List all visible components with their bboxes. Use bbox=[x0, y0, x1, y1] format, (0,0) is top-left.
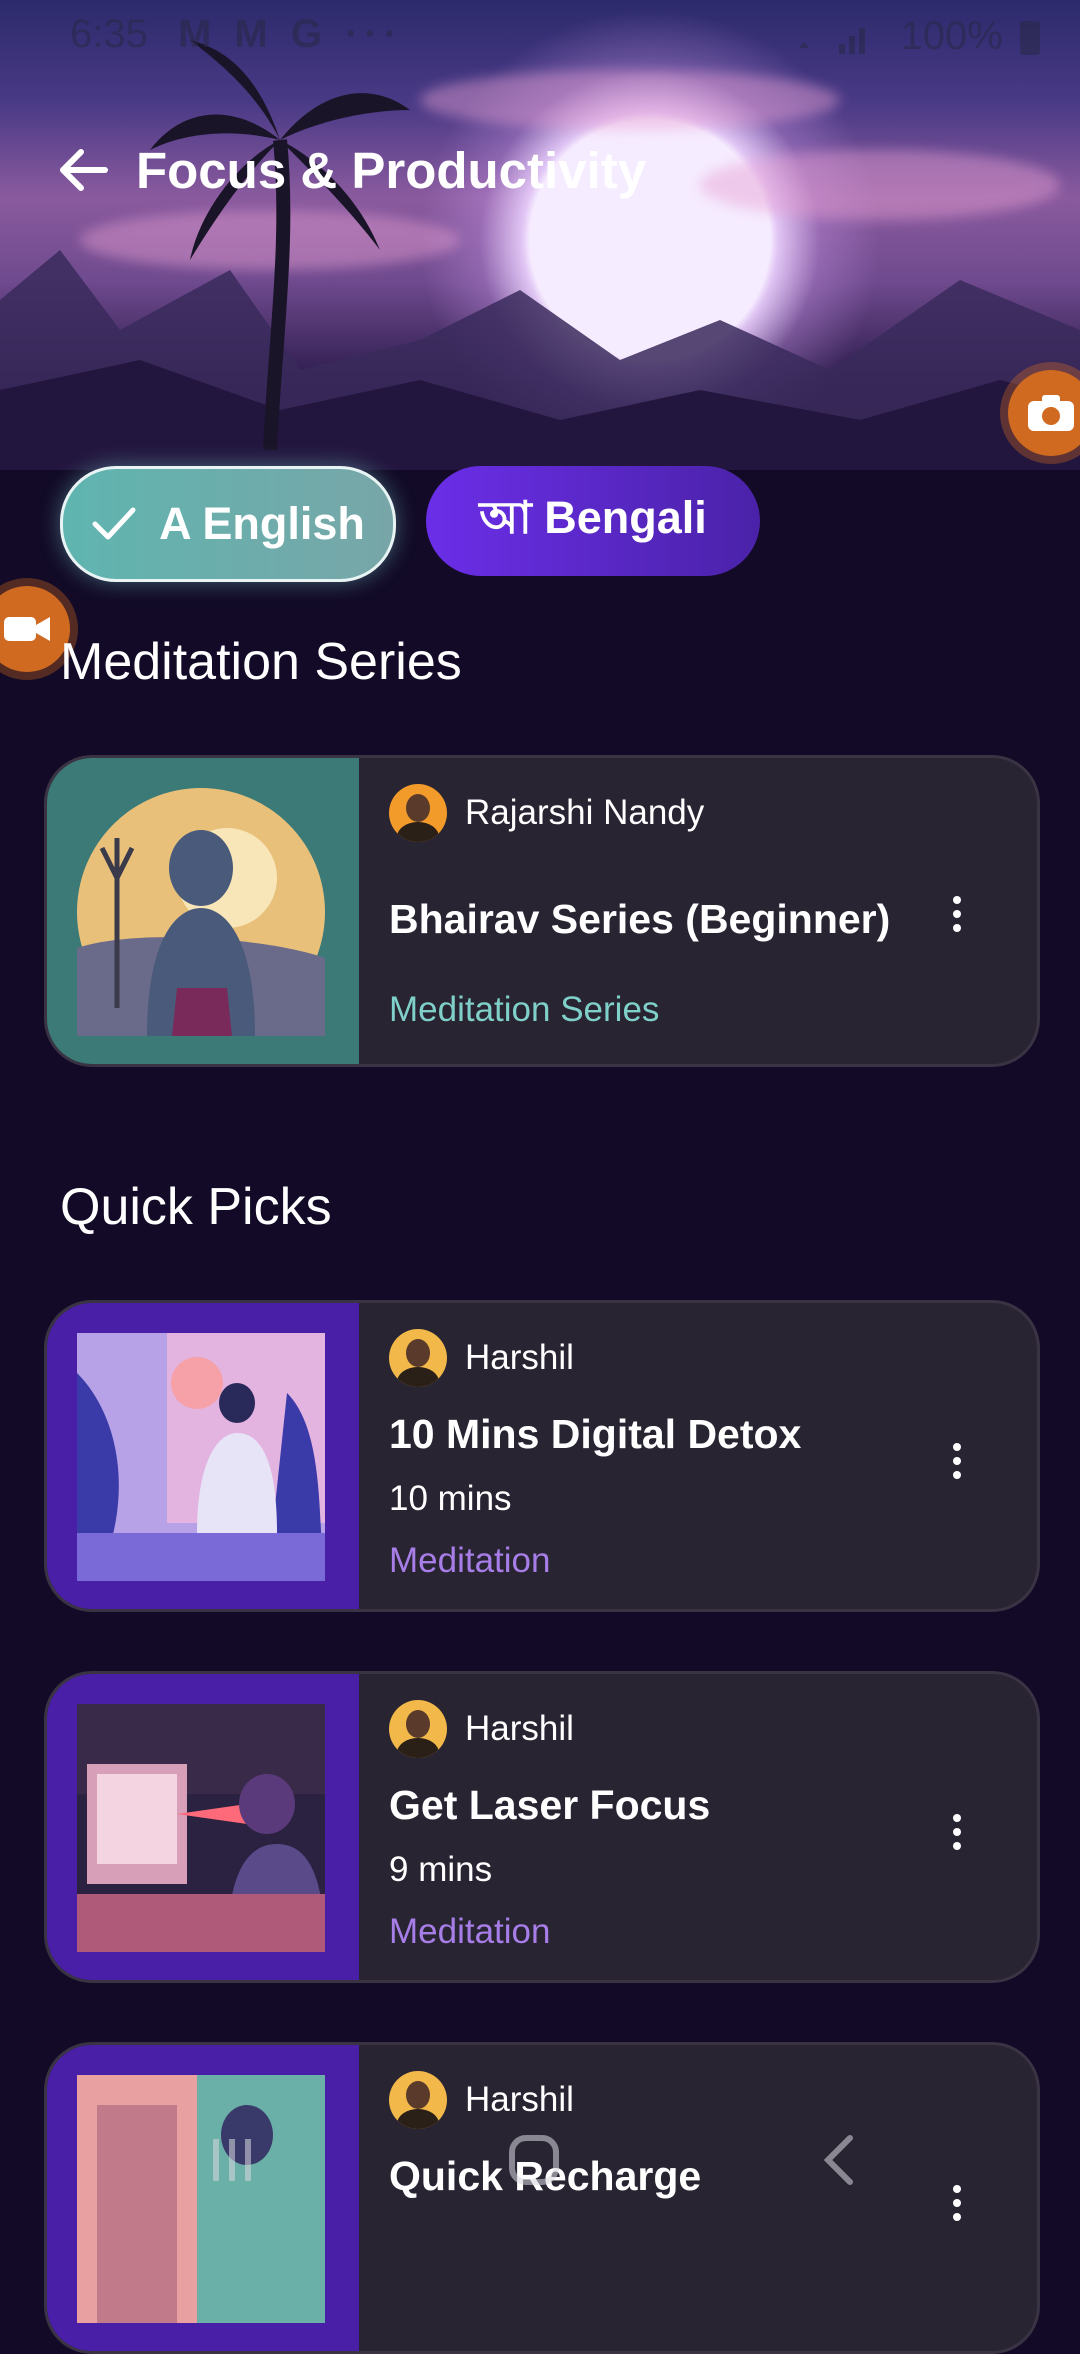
quick-pick-thumbnail bbox=[47, 1674, 359, 1980]
author-row: Harshil bbox=[389, 1700, 574, 1758]
section-title-quick-picks: Quick Picks bbox=[60, 1178, 332, 1236]
notification-icons: M M G ··· bbox=[178, 12, 404, 56]
language-chip-english[interactable]: A English bbox=[60, 466, 396, 582]
card-category: Meditation bbox=[389, 1912, 551, 1951]
avatar bbox=[389, 784, 447, 842]
card-title: 10 Mins Digital Detox bbox=[389, 1411, 802, 1457]
avatar bbox=[389, 1329, 447, 1387]
card-title: Get Laser Focus bbox=[389, 1782, 711, 1828]
recent-apps-button[interactable] bbox=[152, 2100, 312, 2220]
more-options-button[interactable] bbox=[947, 1814, 967, 1850]
laser-focus-illustration bbox=[77, 1704, 325, 1952]
language-chip-label: A English bbox=[159, 498, 365, 549]
card-category: Meditation bbox=[389, 1541, 551, 1580]
home-icon bbox=[509, 2135, 559, 2185]
battery-level: 100% bbox=[789, 14, 1040, 59]
battery-text: 100% bbox=[900, 14, 1003, 58]
series-card[interactable]: Rajarshi Nandy Bhairav Series (Beginner)… bbox=[44, 755, 1040, 1067]
palm-tree-illustration bbox=[150, 40, 410, 451]
video-camera-icon bbox=[4, 617, 50, 641]
avatar bbox=[389, 1700, 447, 1758]
quick-pick-card[interactable]: Harshil 10 Mins Digital Detox 10 mins Me… bbox=[44, 1300, 1040, 1612]
check-icon bbox=[92, 507, 136, 540]
author-row: Harshil bbox=[389, 1329, 574, 1387]
arrow-left-icon bbox=[60, 149, 108, 191]
card-duration: 10 mins bbox=[389, 1479, 512, 1518]
status-time: 6:35 bbox=[70, 12, 148, 56]
more-options-button[interactable] bbox=[947, 896, 967, 932]
author-name: Harshil bbox=[465, 1338, 574, 1377]
author-name: Harshil bbox=[465, 1709, 574, 1748]
battery-icon bbox=[1020, 21, 1040, 56]
author-row: Rajarshi Nandy bbox=[389, 784, 704, 842]
card-title: Bhairav Series (Beginner) bbox=[389, 896, 891, 942]
more-options-button[interactable] bbox=[947, 1443, 967, 1479]
quick-pick-card[interactable]: Harshil Get Laser Focus 9 mins Meditatio… bbox=[44, 1671, 1040, 1983]
back-button[interactable] bbox=[54, 141, 112, 199]
language-chip-label: আ Bengali bbox=[479, 491, 707, 543]
cloud bbox=[420, 70, 840, 130]
recent-apps-icon bbox=[213, 2139, 251, 2181]
series-thumbnail bbox=[47, 758, 359, 1064]
language-chip-bengali[interactable]: আ Bengali bbox=[426, 466, 760, 576]
page-title: Focus & Productivity bbox=[136, 141, 647, 199]
camera-icon bbox=[1028, 395, 1074, 431]
app-bar: Focus & Productivity bbox=[54, 130, 646, 210]
chevron-left-icon bbox=[823, 2135, 853, 2185]
status-bar: 6:35 M M G ··· 100% bbox=[0, 0, 1080, 72]
card-category: Meditation Series bbox=[389, 990, 660, 1029]
shiva-illustration bbox=[77, 788, 325, 1036]
author-name: Rajarshi Nandy bbox=[465, 793, 705, 832]
quick-pick-thumbnail bbox=[47, 1303, 359, 1609]
card-duration: 9 mins bbox=[389, 1850, 493, 1889]
home-button[interactable] bbox=[454, 2100, 614, 2220]
system-back-button[interactable] bbox=[758, 2100, 918, 2220]
digital-detox-illustration bbox=[77, 1333, 325, 1581]
wifi-signal-icon bbox=[799, 28, 866, 55]
section-title-meditation-series: Meditation Series bbox=[60, 633, 462, 691]
system-nav-bar bbox=[0, 2100, 1080, 2220]
